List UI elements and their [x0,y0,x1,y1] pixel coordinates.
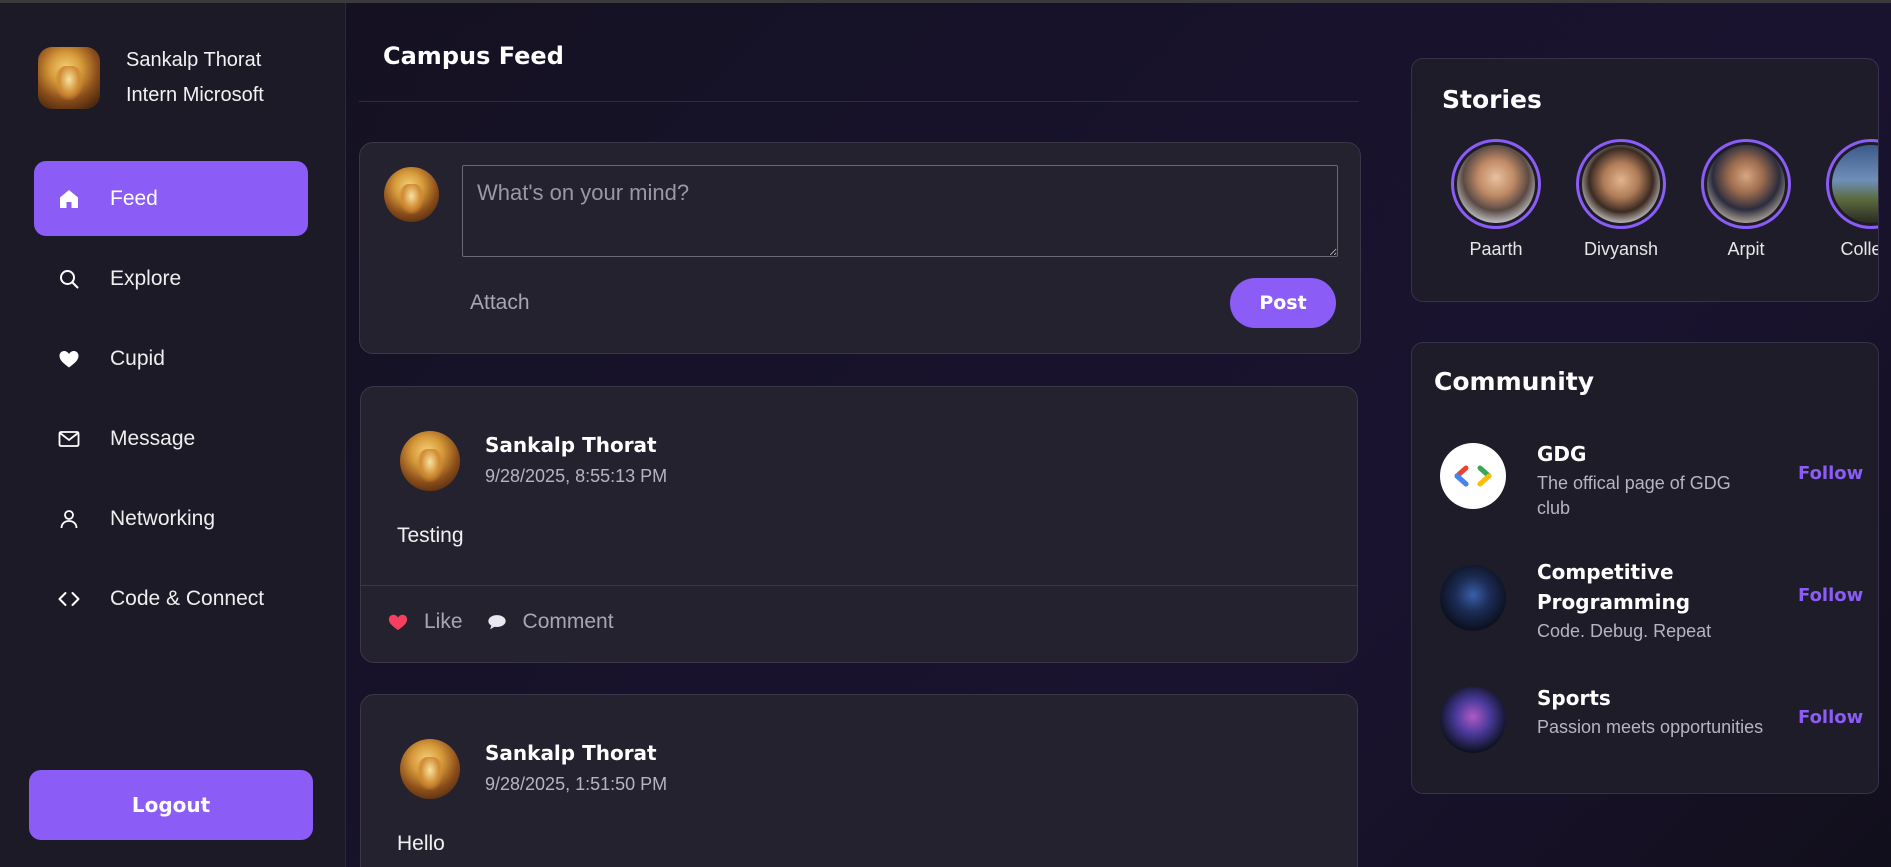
code-icon [56,586,82,612]
story-avatar [1582,145,1660,223]
community-desc: The offical page of GDG club [1537,473,1731,518]
community-name[interactable]: Competitive Programming [1537,557,1757,617]
comment-label: Comment [522,610,614,633]
sidebar-item-feed[interactable]: Feed [34,161,308,236]
user-name: Sankalp Thorat [126,49,262,71]
follow-button[interactable]: Follow [1798,463,1863,484]
story-item[interactable]: Arpit [1686,139,1806,260]
follow-button[interactable]: Follow [1798,585,1863,606]
page-title: Campus Feed [383,42,564,70]
comment-icon [485,611,509,633]
follow-button[interactable]: Follow [1798,707,1863,728]
like-button[interactable]: Like [386,610,463,634]
community-title: Community [1434,367,1595,396]
community-desc: Passion meets opportunities [1537,717,1764,737]
stories-panel: Stories Paarth Divyansh Arpit College [1411,58,1879,302]
sidebar-item-code-connect[interactable]: Code & Connect [34,561,308,636]
post-timestamp: 9/28/2025, 8:55:13 PM [485,466,668,486]
story-name: College [1840,239,1878,259]
post-timestamp: 9/28/2025, 1:51:50 PM [485,774,668,794]
post-button[interactable]: Post [1230,278,1336,328]
sidebar-item-label: Networking [110,506,216,530]
composer-avatar [384,167,439,222]
post-body: Hello [397,832,445,855]
search-icon [56,266,82,292]
post-composer: Attach Post [359,142,1361,354]
sidebar-item-label: Feed [110,186,158,210]
mail-icon [56,426,82,452]
community-name[interactable]: Sports [1537,683,1757,713]
community-name[interactable]: GDG [1537,439,1757,469]
community-panel: Community GDG The offical page of GDG cl… [1411,342,1879,794]
post-input[interactable] [462,165,1338,257]
sidebar-item-cupid[interactable]: Cupid [34,321,308,396]
story-avatar [1832,145,1878,223]
story-ring [1451,139,1541,229]
sidebar-item-label: Message [110,426,196,450]
home-icon [56,186,82,212]
post-author-avatar[interactable] [400,739,460,799]
competitive-programming-logo[interactable] [1440,565,1506,631]
post-author-avatar[interactable] [400,431,460,491]
sidebar-item-label: Cupid [110,346,165,370]
sidebar-item-explore[interactable]: Explore [34,241,308,316]
comment-button[interactable]: Comment [485,610,614,634]
attach-button[interactable]: Attach [470,291,530,315]
user-icon [56,506,82,532]
story-ring [1701,139,1791,229]
gdg-logo[interactable] [1440,443,1506,509]
story-ring [1576,139,1666,229]
post-body: Testing [397,524,464,547]
community-desc: Code. Debug. Repeat [1537,621,1712,641]
story-avatar [1457,145,1535,223]
post-actions: Like Comment [386,610,636,634]
sidebar-item-message[interactable]: Message [34,401,308,476]
heart-icon [386,611,410,633]
sidebar: Sankalp Thorat Intern Microsoft Feed Exp… [0,3,346,867]
story-name: Divyansh [1583,239,1659,259]
title-divider [359,101,1359,102]
story-avatar [1707,145,1785,223]
story-item[interactable]: Divyansh [1561,139,1681,260]
post-author[interactable]: Sankalp Thorat [485,741,657,765]
story-name: Arpit [1727,239,1765,259]
stories-title: Stories [1442,85,1542,114]
post-card: Sankalp Thorat 9/28/2025, 8:55:13 PM Tes… [360,386,1358,663]
sidebar-item-networking[interactable]: Networking [34,481,308,556]
story-ring [1826,139,1878,229]
user-avatar [38,47,100,109]
like-label: Like [424,610,463,633]
sidebar-item-label: Code & Connect [110,586,265,610]
story-name: Paarth [1469,239,1523,259]
user-profile[interactable]: Sankalp Thorat Intern Microsoft [38,43,264,113]
heart-icon [56,346,82,372]
logout-button[interactable]: Logout [29,770,313,840]
post-author[interactable]: Sankalp Thorat [485,433,657,457]
user-role: Intern Microsoft [126,84,264,106]
story-item[interactable]: College [1811,139,1878,260]
story-item[interactable]: Paarth [1436,139,1556,260]
sidebar-item-label: Explore [110,266,182,290]
post-card: Sankalp Thorat 9/28/2025, 1:51:50 PM Hel… [360,694,1358,867]
sidebar-nav: Feed Explore Cupid Message Networking Co… [34,161,308,641]
sports-logo[interactable] [1440,687,1506,753]
post-divider [361,585,1357,586]
